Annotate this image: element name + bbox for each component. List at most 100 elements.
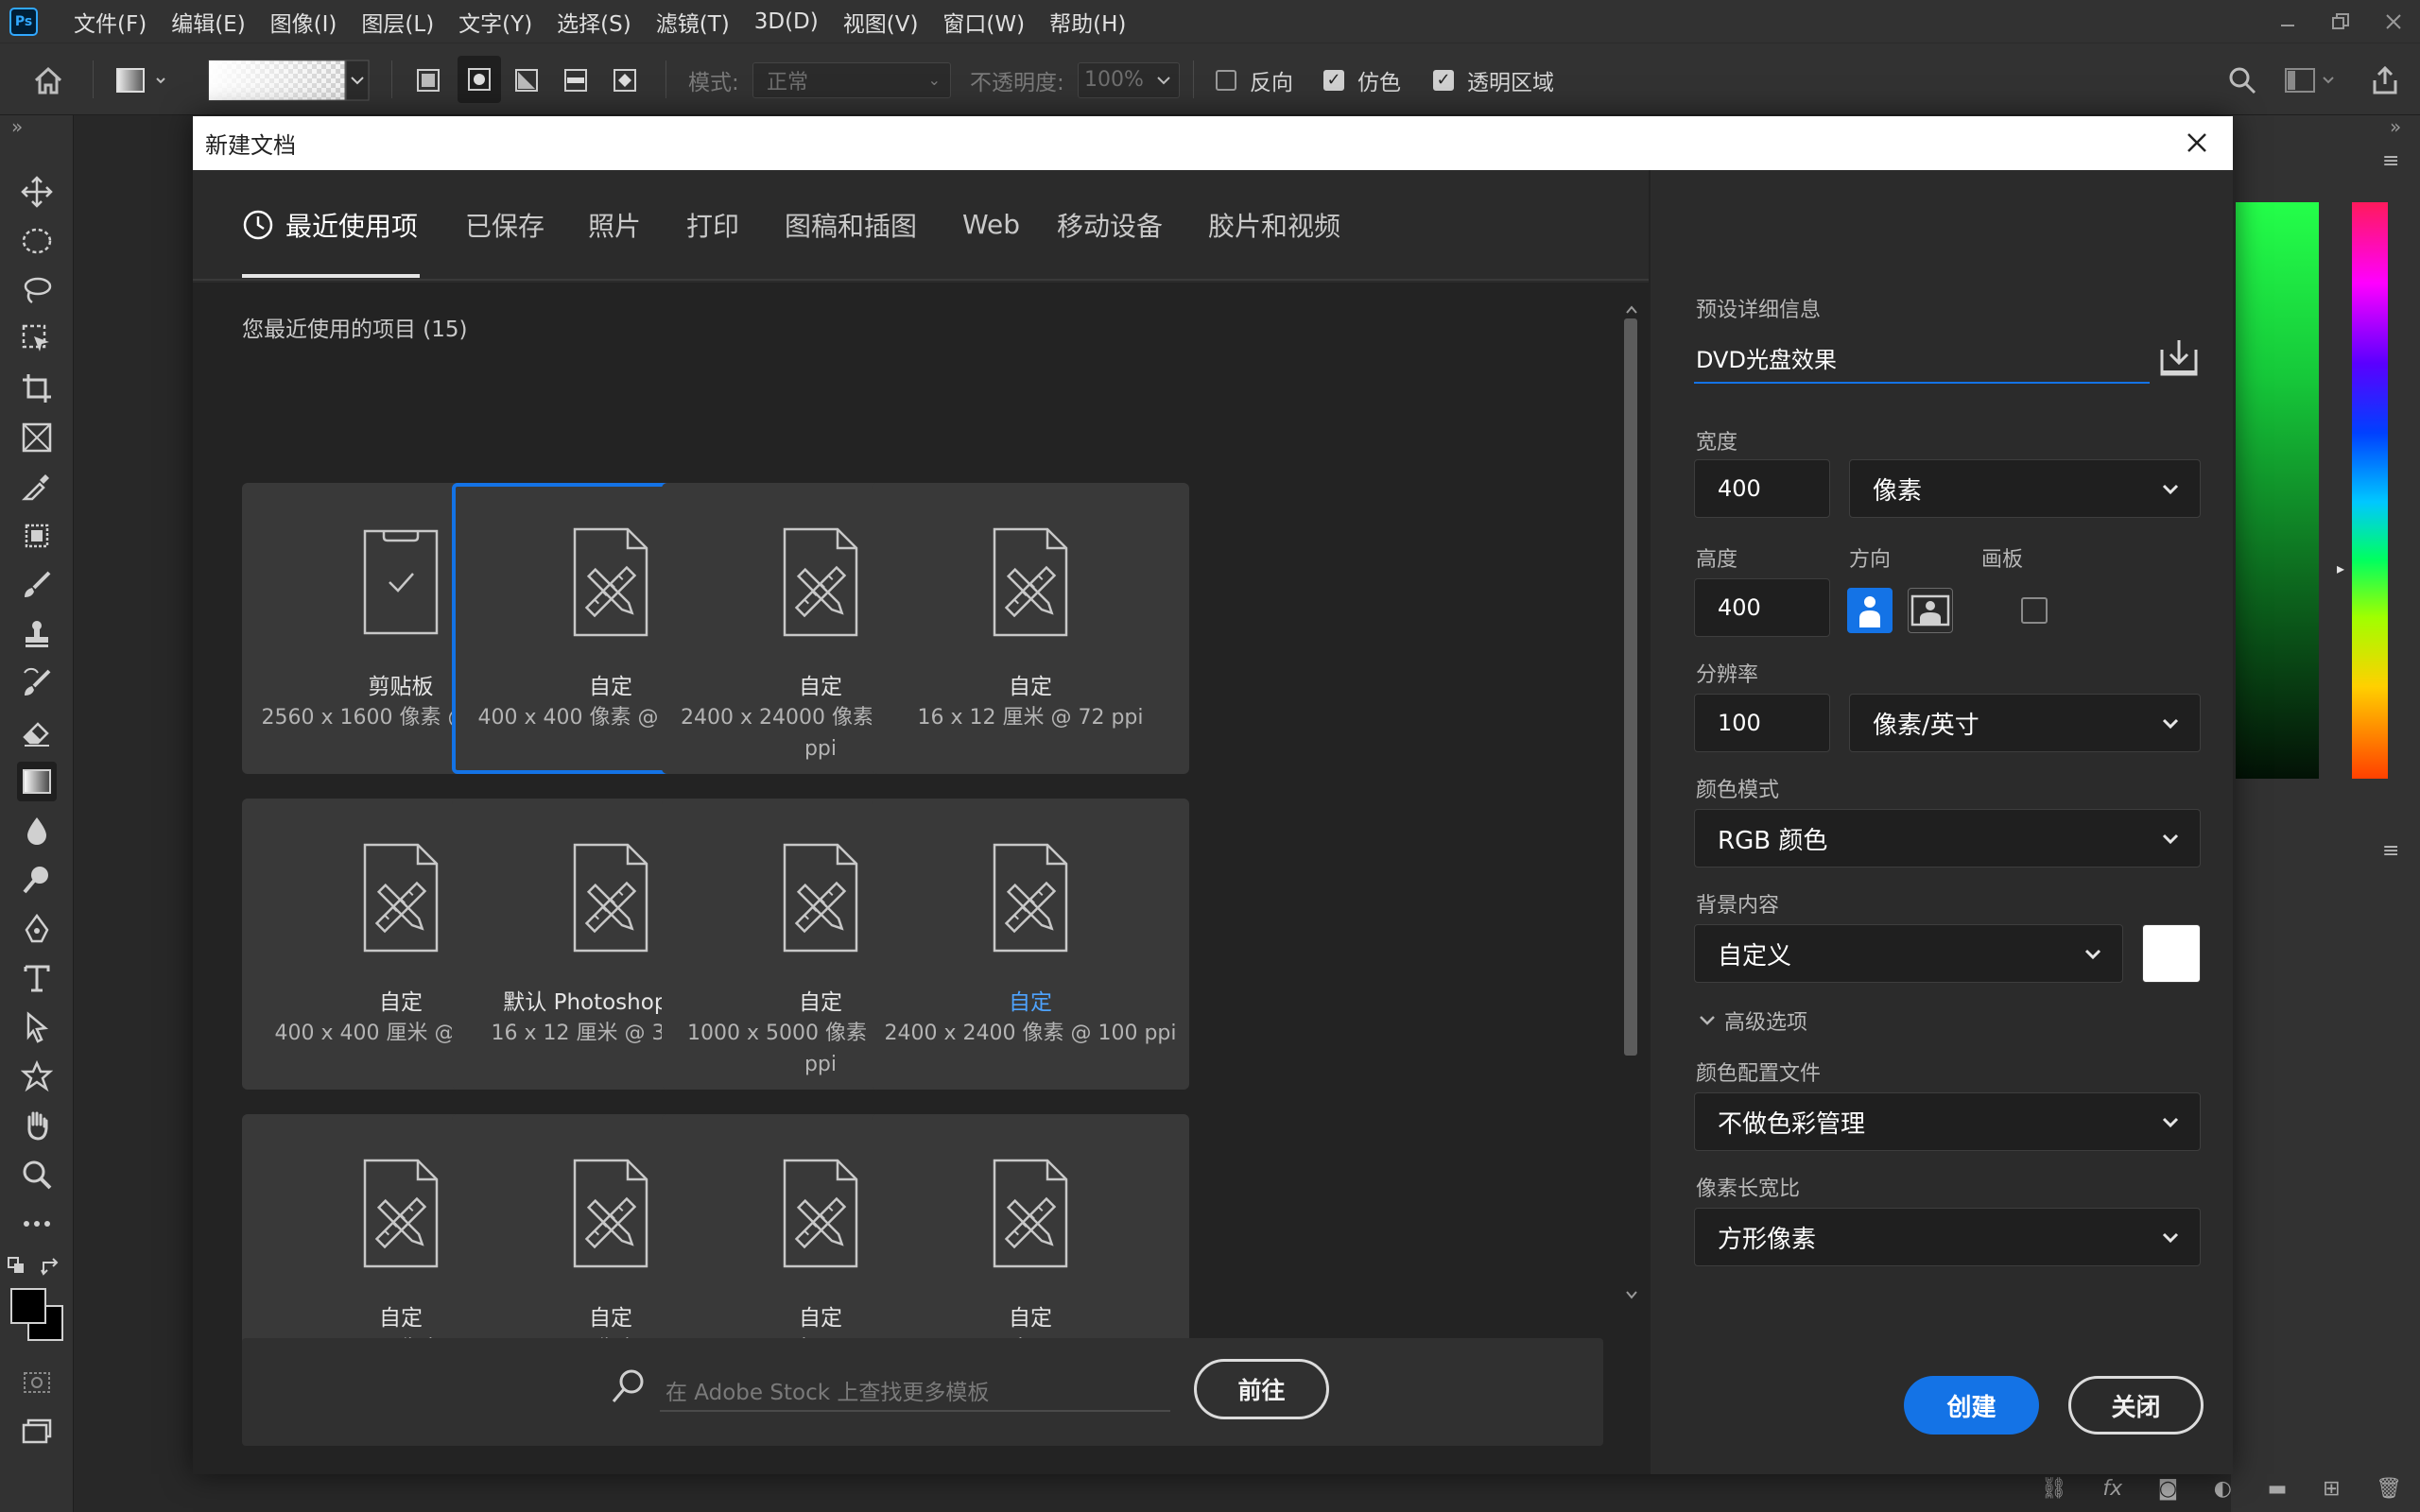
blur-tool[interactable] (17, 811, 57, 850)
color-picker-field[interactable] (2236, 202, 2319, 779)
expand-panel-icon[interactable]: » (2390, 115, 2401, 138)
menu-layer[interactable]: 图层(L) (361, 6, 434, 38)
pen-tool[interactable] (17, 909, 57, 949)
scroll-down-icon[interactable] (1624, 1288, 1645, 1303)
healing-tool[interactable] (17, 516, 57, 556)
tool-preset-picker[interactable] (115, 43, 168, 116)
tab-art-illustration[interactable]: 图稿和插图 (785, 170, 917, 279)
tab-film-video[interactable]: 胶片和视频 (1208, 170, 1340, 279)
brush-tool[interactable] (17, 565, 57, 605)
preset-name-input[interactable]: DVD光盘效果 (1694, 333, 2150, 384)
eraser-tool[interactable] (17, 713, 57, 752)
advanced-options-toggle[interactable]: 高级选项 (1696, 1005, 1807, 1036)
shape-tool[interactable] (17, 1057, 57, 1096)
pixel-aspect-select[interactable]: 方形像素 (1694, 1208, 2201, 1266)
transparency-checkbox[interactable]: ✓ 透明区域 (1433, 43, 1554, 116)
new-layer-icon[interactable]: ⊞ (2323, 1477, 2340, 1501)
portrait-orientation-button[interactable] (1847, 588, 1893, 633)
workspace-button[interactable] (2284, 43, 2337, 116)
resolution-unit-select[interactable]: 像素/英寸 (1849, 694, 2201, 752)
save-preset-button[interactable] (2157, 336, 2201, 378)
menu-window[interactable]: 窗口(W) (942, 6, 1025, 38)
menu-file[interactable]: 文件(F) (74, 6, 147, 38)
width-unit-select[interactable]: 像素 (1849, 459, 2201, 518)
color-profile-select[interactable]: 不做色彩管理 (1694, 1092, 2201, 1151)
panel-menu-icon[interactable]: ≡ (2382, 149, 2399, 173)
tab-web[interactable]: Web (962, 170, 1020, 279)
zoom-tool[interactable] (17, 1155, 57, 1194)
tab-photo[interactable]: 照片 (588, 170, 641, 279)
share-button[interactable] (2371, 43, 2399, 116)
path-select-tool[interactable] (17, 1007, 57, 1047)
menu-type[interactable]: 文字(Y) (458, 6, 532, 38)
hand-tool[interactable] (17, 1106, 57, 1145)
linear-gradient-button[interactable] (416, 43, 441, 116)
scroll-up-icon[interactable] (1624, 301, 1645, 317)
diamond-gradient-button[interactable] (613, 43, 637, 116)
menu-filter[interactable]: 滤镜(T) (656, 6, 730, 38)
more-tools-button[interactable] (17, 1204, 57, 1244)
close-window-button[interactable] (2367, 0, 2420, 43)
search-button[interactable] (2227, 43, 2257, 116)
delete-layer-icon[interactable]: 🗑 (2376, 1477, 2402, 1501)
stock-go-button[interactable]: 前往 (1194, 1359, 1329, 1419)
reverse-checkbox[interactable]: 反向 (1216, 43, 1293, 116)
opacity-dropdown-icon[interactable] (1151, 68, 1176, 93)
close-button[interactable]: 关闭 (2068, 1376, 2204, 1435)
dodge-tool[interactable] (17, 860, 57, 900)
tab-saved[interactable]: 已保存 (465, 170, 544, 279)
screen-mode-button[interactable] (17, 1412, 57, 1452)
dither-checkbox[interactable]: ✓ 仿色 (1323, 43, 1401, 116)
stock-search-input[interactable]: 在 Adobe Stock 上查找更多模板 (660, 1370, 1170, 1412)
gradient-picker[interactable] (208, 43, 371, 116)
restore-button[interactable] (2314, 0, 2367, 43)
type-tool[interactable] (17, 958, 57, 998)
eyedropper-tool[interactable] (17, 467, 57, 507)
object-select-tool[interactable] (17, 319, 57, 359)
home-button[interactable] (32, 43, 64, 116)
hue-slider-handle-icon[interactable]: ▸ (2337, 559, 2344, 577)
quick-mask-button[interactable] (17, 1363, 57, 1402)
move-tool[interactable] (17, 172, 57, 212)
mode-select[interactable]: 正常 ⌄ (752, 61, 951, 98)
create-button[interactable]: 创建 (1904, 1376, 2039, 1435)
menu-image[interactable]: 图像(I) (270, 6, 337, 38)
artboard-checkbox[interactable] (2021, 597, 2048, 624)
new-group-icon[interactable]: ▬ (2268, 1477, 2288, 1501)
lasso-tool[interactable] (17, 270, 57, 310)
link-layers-icon[interactable]: ⛓ (2041, 1477, 2067, 1501)
collapse-panel-icon[interactable]: » (11, 115, 23, 138)
tab-recent[interactable]: 最近使用项 (242, 170, 418, 279)
height-input[interactable]: 400 (1694, 578, 1830, 637)
dialog-close-button[interactable] (2180, 126, 2214, 160)
minimize-button[interactable] (2261, 0, 2314, 43)
reflected-gradient-button[interactable] (563, 43, 588, 116)
menu-3d[interactable]: 3D(D) (754, 9, 819, 34)
landscape-orientation-button[interactable] (1908, 588, 1953, 633)
panel-menu-icon[interactable]: ≡ (2382, 839, 2399, 863)
radial-gradient-button[interactable] (458, 56, 501, 103)
menu-view[interactable]: 视图(V) (843, 6, 919, 38)
resolution-input[interactable]: 100 (1694, 694, 1830, 752)
fx-icon[interactable]: fx (2102, 1477, 2122, 1501)
stamp-tool[interactable] (17, 614, 57, 654)
color-mode-select[interactable]: RGB 颜色 (1694, 809, 2201, 868)
angle-gradient-button[interactable] (514, 43, 539, 116)
frame-tool[interactable] (17, 418, 57, 457)
menu-select[interactable]: 选择(S) (557, 6, 631, 38)
marquee-tool[interactable] (17, 221, 57, 261)
add-mask-icon[interactable]: ◙ (2158, 1477, 2178, 1501)
crop-tool[interactable] (17, 369, 57, 408)
gradient-tool[interactable] (17, 762, 57, 801)
preset-card[interactable]: 自定 2400 x 2400 像素 @ 100 ppi (872, 799, 1189, 1090)
default-colors-icon[interactable] (8, 1257, 30, 1281)
tab-print[interactable]: 打印 (686, 170, 739, 279)
preset-card[interactable]: 自定 16 x 12 厘米 @ 72 ppi (872, 483, 1189, 774)
background-contents-select[interactable]: 自定义 (1694, 924, 2123, 983)
adjustment-layer-icon[interactable]: ◐ (2214, 1477, 2232, 1501)
menu-help[interactable]: 帮助(H) (1049, 6, 1126, 38)
color-swatches[interactable] (9, 1287, 66, 1348)
scrollbar-thumb[interactable] (1624, 318, 1637, 1056)
swap-colors-icon[interactable] (40, 1257, 62, 1281)
menu-edit[interactable]: 编辑(E) (171, 6, 245, 38)
